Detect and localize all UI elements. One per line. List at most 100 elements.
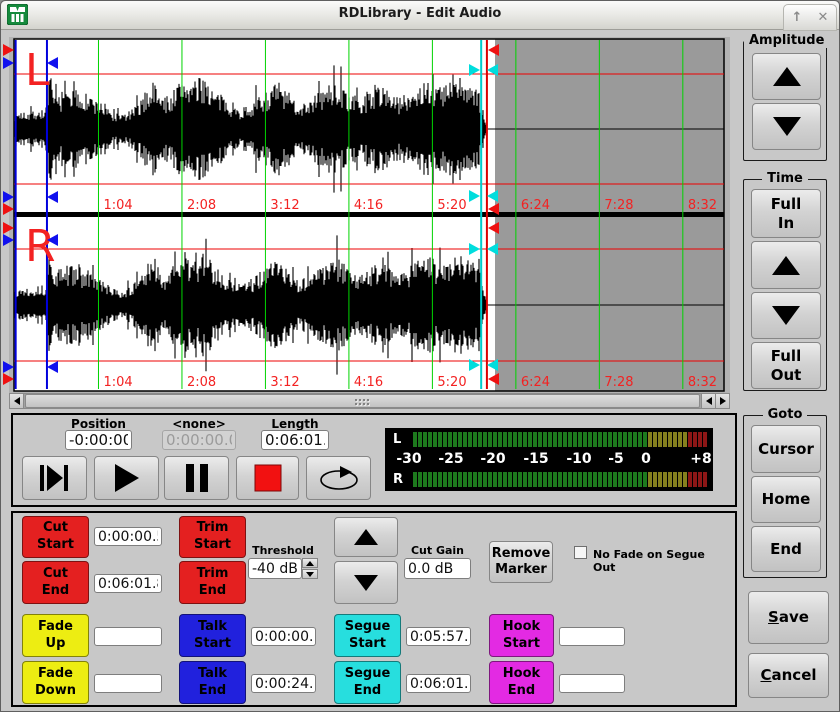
- meter-segment: [623, 432, 627, 447]
- goto-group-title: Goto: [744, 407, 826, 422]
- time-full-in-button[interactable]: Full In: [751, 189, 821, 238]
- meter-segment: [558, 472, 562, 487]
- scroll-left-icon[interactable]: [10, 394, 24, 408]
- loop-icon: [318, 465, 360, 491]
- goto-group: Goto Cursor Home End: [743, 415, 827, 578]
- time-zoom-in-button[interactable]: [751, 241, 821, 289]
- meter-segment: [413, 432, 417, 447]
- stop-button[interactable]: [236, 456, 299, 500]
- meter-segment: [418, 472, 422, 487]
- titlebar[interactable]: RDLibrary - Edit Audio ↑ ✕: [1, 1, 839, 30]
- meter-segment: [598, 432, 602, 447]
- up-arrow-icon: [773, 67, 801, 86]
- time-tick-label: 5:20: [437, 375, 466, 390]
- cut-end-field[interactable]: [94, 574, 162, 593]
- goto-home-button[interactable]: Home: [751, 476, 821, 523]
- position-field[interactable]: [65, 430, 132, 450]
- length-field[interactable]: [261, 430, 329, 450]
- threshold-down-icon[interactable]: [302, 569, 318, 579]
- meter-segment: [613, 472, 617, 487]
- meter-segment: [418, 432, 422, 447]
- trim-start-button[interactable]: Trim Start: [179, 516, 246, 558]
- segue-end-field[interactable]: [406, 674, 471, 693]
- save-button[interactable]: Save: [748, 591, 829, 644]
- loop-button[interactable]: [306, 456, 371, 500]
- cut-gain-field[interactable]: [404, 558, 471, 579]
- talk-start-button[interactable]: Talk Start: [179, 614, 246, 657]
- scroll-right-icon[interactable]: [715, 394, 729, 408]
- cut-start-field[interactable]: [94, 527, 162, 546]
- goto-end-button[interactable]: End: [751, 526, 821, 572]
- segue-start-button[interactable]: Segue Start: [334, 614, 401, 657]
- time-tick-label: 1:04: [103, 375, 132, 390]
- threshold-field[interactable]: [248, 558, 302, 579]
- gain-up-button[interactable]: [334, 517, 398, 557]
- play-button[interactable]: [94, 456, 159, 500]
- no-fade-checkbox[interactable]: [574, 546, 587, 559]
- fade-down-button[interactable]: Fade Down: [22, 661, 89, 704]
- cancel-button[interactable]: Cancel: [748, 653, 829, 698]
- amplitude-up-button[interactable]: [752, 53, 821, 100]
- waveform-display[interactable]: 1:041:042:082:083:123:124:164:165:205:20…: [1, 37, 730, 393]
- meter-scale: -30-25-20-15-10-50+8: [385, 451, 713, 468]
- talk-start-field[interactable]: [251, 627, 316, 646]
- meter-segment: [443, 472, 447, 487]
- goto-cursor-button[interactable]: Cursor: [751, 425, 821, 473]
- meter-segment: [493, 472, 497, 487]
- scrollbar-track[interactable]: [24, 394, 701, 408]
- fade-up-button[interactable]: Fade Up: [22, 614, 89, 657]
- trim-end-button[interactable]: Trim End: [179, 561, 246, 604]
- amplitude-down-button[interactable]: [752, 103, 821, 150]
- meter-segment: [623, 472, 627, 487]
- meter-segment: [478, 472, 482, 487]
- time-full-out-button[interactable]: Full Out: [751, 342, 821, 389]
- time-zoom-out-button[interactable]: [751, 292, 821, 339]
- meter-segment: [543, 472, 547, 487]
- meter-segment: [503, 432, 507, 447]
- meter-segment: [678, 432, 682, 447]
- segue-start-field[interactable]: [406, 627, 471, 646]
- cut-start-button[interactable]: Cut Start: [22, 516, 89, 558]
- meter-segment: [503, 472, 507, 487]
- remove-marker-button[interactable]: Remove Marker: [489, 541, 553, 583]
- meter-segment: [433, 472, 437, 487]
- hook-start-button[interactable]: Hook Start: [489, 614, 554, 657]
- scroll-left-icon-2[interactable]: [701, 394, 715, 408]
- hook-start-field[interactable]: [559, 627, 625, 646]
- waveform-scrollbar[interactable]: [9, 393, 730, 409]
- hook-end-field[interactable]: [559, 674, 625, 693]
- meter-segment: [558, 432, 562, 447]
- scrollbar-thumb[interactable]: [25, 394, 700, 408]
- meter-segment: [598, 472, 602, 487]
- close-icon[interactable]: ✕: [813, 9, 833, 27]
- cut-end-button[interactable]: Cut End: [22, 561, 89, 604]
- meter-segment: [523, 472, 527, 487]
- unmaximize-icon[interactable]: ↑: [787, 9, 807, 27]
- meter-segment: [548, 432, 552, 447]
- meter-segment: [458, 432, 462, 447]
- meter-segment: [533, 432, 537, 447]
- fade-down-field[interactable]: [94, 674, 162, 693]
- threshold-up-icon[interactable]: [302, 558, 318, 568]
- hook-end-button[interactable]: Hook End: [489, 661, 554, 704]
- meter-segment: [683, 432, 687, 447]
- threshold-spinner: [302, 558, 318, 579]
- meter-segment: [633, 432, 637, 447]
- meter-segment: [518, 472, 522, 487]
- segue-end-button[interactable]: Segue End: [334, 661, 401, 704]
- talk-end-field[interactable]: [251, 674, 316, 693]
- gain-down-button[interactable]: [334, 561, 398, 604]
- meter-segment: [463, 472, 467, 487]
- meter-left-label: L: [393, 431, 401, 448]
- position-label: Position: [65, 417, 132, 431]
- threshold-label: Threshold: [248, 544, 318, 557]
- play-from-button[interactable]: [22, 456, 87, 500]
- talk-end-button[interactable]: Talk End: [179, 661, 246, 704]
- pause-button[interactable]: [164, 456, 229, 500]
- meter-segment: [703, 432, 707, 447]
- time-tick-label: 2:08: [187, 198, 216, 213]
- fade-up-field[interactable]: [94, 627, 162, 646]
- time-tick-label: 7:28: [604, 375, 633, 390]
- meter-segment: [663, 432, 667, 447]
- meter-segment: [628, 472, 632, 487]
